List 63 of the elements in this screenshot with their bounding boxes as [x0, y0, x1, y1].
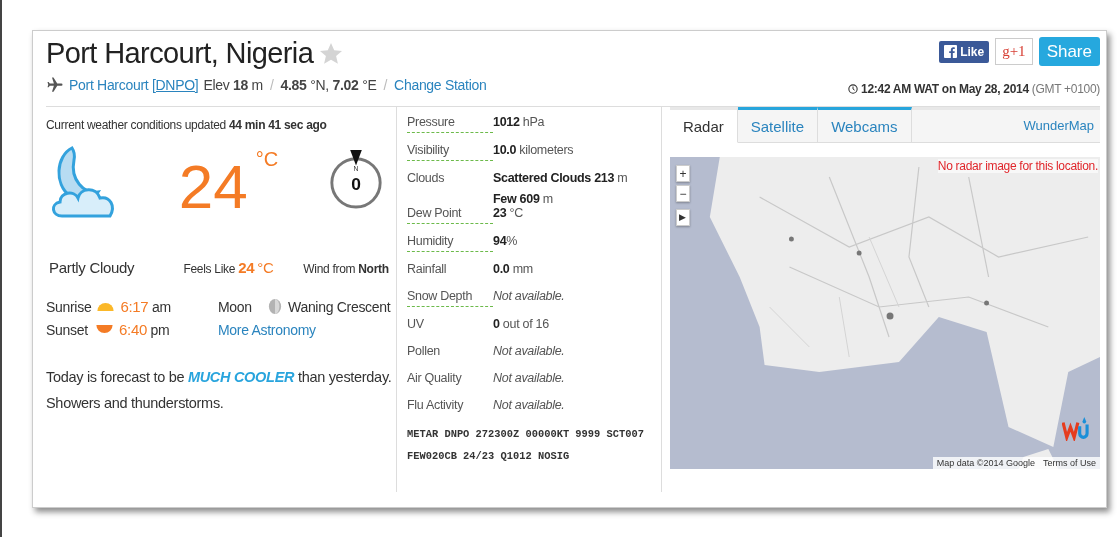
station-link[interactable]: Port Harcourt [DNPO]: [69, 77, 199, 93]
wundermap-link[interactable]: WunderMap: [1023, 110, 1100, 142]
star-icon[interactable]: [319, 41, 344, 66]
condition-value: 1012 hPa: [493, 115, 545, 129]
sunset-label: Sunset: [46, 321, 89, 338]
condition-value: Few 609 m: [493, 192, 554, 206]
change-station-link[interactable]: Change Station: [394, 77, 487, 93]
coordinates-text: 4.85 °N, 7.02 °E: [280, 77, 377, 93]
logo-icon: [1062, 417, 1090, 441]
metar-text: METAR DNPO 272300Z 00000KT 9999 SCT007 FEW020CB 24/23 Q1012 NOSIG: [407, 427, 645, 464]
condition-label[interactable]: Snow Depth: [407, 289, 493, 307]
wind-text: Wind from North: [303, 262, 389, 276]
radar-message: No radar image for this location.: [937, 159, 1098, 173]
feels-like-text: Feels Like 24 °C: [183, 259, 274, 276]
local-time: 12:42 AM WAT on May 28, 2014 (GMT +0100): [861, 82, 1100, 96]
update-text: Current weather conditions updated 44 min 41 sec ago: [46, 118, 328, 132]
facebook-icon: [944, 45, 958, 58]
moon-label: Moon: [218, 298, 253, 315]
condition-label: UV: [407, 317, 425, 333]
map-tab[interactable]: Webcams: [818, 107, 912, 143]
condition-value: 10.0 kilometers: [493, 143, 574, 157]
temperature-value: 24: [178, 156, 248, 218]
sunrise-icon: [97, 302, 115, 311]
map-attribution: Map data ©2014 Google: [936, 458, 1035, 468]
map-tab[interactable]: Radar: [669, 107, 738, 143]
separator: /: [269, 77, 274, 93]
condition-value: Not available.: [493, 289, 565, 303]
condition-value: Not available.: [493, 344, 565, 358]
condition-label: Clouds: [407, 171, 446, 187]
map-tab[interactable]: Satellite: [737, 107, 819, 143]
forecast-text: Today is forecast to be MUCH COOLER than yesterday. Showers and thunderstorms.: [46, 368, 393, 413]
condition-label: Pollen: [407, 344, 441, 360]
condition-label[interactable]: Visibility: [407, 143, 493, 161]
condition-text: Partly Cloudy: [49, 259, 135, 276]
like-button[interactable]: Like: [939, 40, 990, 63]
condition-label[interactable]: Humidity: [407, 234, 493, 252]
plus-one-button[interactable]: g+1: [995, 38, 1033, 65]
condition-value: 23 °C: [493, 206, 523, 220]
condition-label[interactable]: Pressure: [407, 115, 493, 133]
terms-link[interactable]: Terms of Use: [1043, 458, 1096, 468]
sunrise-time: 6:17 am: [120, 298, 171, 315]
sunset-icon: [96, 325, 113, 334]
separator: /: [383, 77, 388, 93]
more-astronomy-link[interactable]: More Astronomy: [218, 321, 316, 338]
condition-label: Air Quality: [407, 371, 463, 387]
condition-value: 0 out of 16: [493, 317, 549, 331]
moon-phase-text: Waning Crescent: [288, 298, 391, 315]
airplane-icon: [46, 76, 64, 94]
location-title: Port Harcourt, Nigeria: [46, 37, 314, 70]
condition-value: 94%: [493, 234, 518, 248]
sunset-time: 6:40 pm: [119, 321, 170, 338]
temperature-unit: °C: [255, 148, 279, 171]
condition-value: Not available.: [493, 371, 565, 385]
sunrise-label: Sunrise: [46, 298, 92, 315]
condition-label[interactable]: Dew Point: [407, 206, 493, 224]
moon-phase-icon: [268, 298, 282, 315]
condition-label: Flu Activity: [407, 398, 465, 414]
condition-value: 0.0 mm: [493, 262, 533, 276]
condition-label: Rainfall: [407, 262, 448, 278]
condition-value: Not available.: [493, 398, 565, 412]
elevation-text: Elev 18 m: [203, 77, 263, 93]
condition-value: Scattered Clouds 213 m: [493, 171, 628, 185]
clock-icon: [848, 84, 859, 94]
